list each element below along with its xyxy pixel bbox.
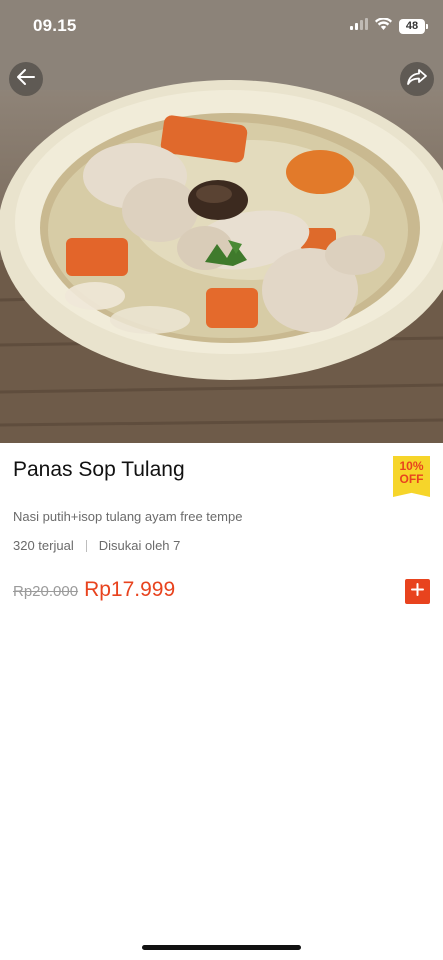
status-bar: 09.15 48 [0, 0, 443, 52]
cellular-signal-icon [350, 17, 368, 35]
original-price: Rp20.000 [13, 583, 79, 600]
product-image [0, 0, 443, 443]
share-forward-icon [406, 68, 428, 91]
add-to-cart-button[interactable] [405, 579, 430, 604]
stats-divider [85, 539, 87, 552]
battery-icon: 48 [399, 18, 428, 34]
sold-count: 320 terjual [13, 538, 74, 553]
product-description: Nasi putih+isop tulang ayam free tempe [13, 509, 243, 524]
share-button[interactable] [400, 62, 434, 96]
plus-icon [411, 582, 424, 601]
status-time: 09.15 [33, 16, 77, 35]
product-title: Panas Sop Tulang [13, 458, 185, 481]
price-row: Rp20.000 Rp17.999 [13, 578, 175, 602]
likes-count: Disukai oleh 7 [98, 538, 181, 553]
arrow-left-icon [16, 68, 36, 91]
home-indicator[interactable] [142, 945, 301, 950]
discount-badge: 10% OFF [393, 456, 430, 497]
product-detail-screen: 09.15 48 Panas Sop Tulang 10% OFF Nasi p… [0, 0, 443, 960]
wifi-icon [375, 17, 392, 35]
back-button[interactable] [9, 62, 43, 96]
status-icons: 48 [350, 17, 428, 35]
discounted-price: Rp17.999 [84, 578, 176, 601]
product-stats: 320 terjual Disukai oleh 7 [13, 538, 180, 553]
discount-off: OFF [399, 472, 424, 486]
